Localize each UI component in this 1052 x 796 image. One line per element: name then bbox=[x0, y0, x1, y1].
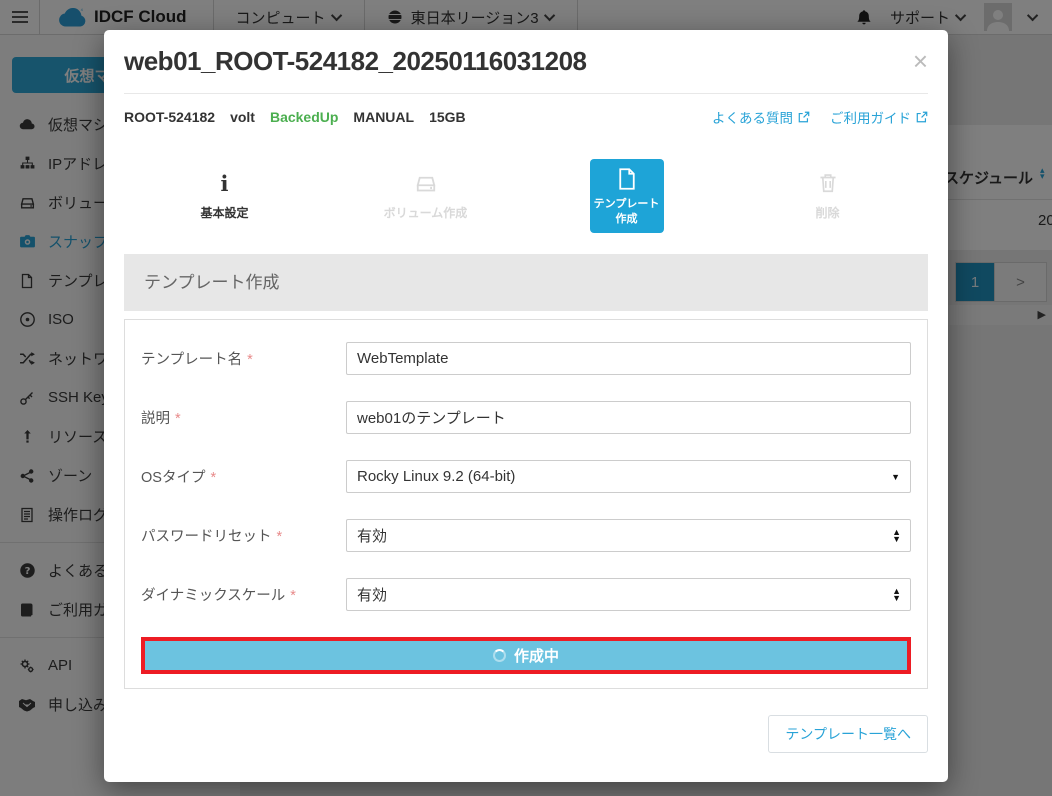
volume-size: 15GB bbox=[429, 109, 466, 125]
password-reset-select[interactable]: 有効 ▲▼ bbox=[346, 519, 911, 552]
external-link-icon bbox=[798, 111, 810, 123]
tab-create-template[interactable]: テンプレート作成 bbox=[526, 159, 727, 233]
updown-arrows-icon: ▲▼ bbox=[892, 588, 901, 601]
form-row-template-name: テンプレート名* bbox=[141, 342, 911, 375]
os-type-select[interactable]: Rocky Linux 9.2 (64-bit) ▼ bbox=[346, 460, 911, 493]
info-icon: i bbox=[221, 170, 229, 196]
form-row-dynamic-scale: ダイナミックスケール* 有効 ▲▼ bbox=[141, 578, 911, 611]
dropdown-arrow-icon: ▼ bbox=[891, 472, 900, 482]
template-name-label: テンプレート名* bbox=[141, 348, 346, 369]
updown-arrows-icon: ▲▼ bbox=[892, 529, 901, 542]
tab-delete: 削除 bbox=[727, 170, 928, 221]
modal-footer: テンプレート一覧へ bbox=[124, 715, 928, 753]
external-link-icon bbox=[916, 111, 928, 123]
trash-icon bbox=[817, 170, 839, 196]
template-form: テンプレート名* 説明* OSタイプ* Rocky Linux 9.2 (64-… bbox=[124, 319, 928, 689]
screen: IDCF Cloud コンピュート 東日本リージョン3 サポート bbox=[0, 0, 1052, 796]
volume-type: volt bbox=[230, 109, 255, 125]
create-template-button[interactable]: 作成中 bbox=[141, 637, 911, 674]
description-label: 説明* bbox=[141, 407, 346, 428]
close-icon[interactable]: × bbox=[913, 48, 928, 74]
tab-create-volume: ボリューム作成 bbox=[325, 170, 526, 221]
snapshot-modal: web01_ROOT-524182_20250116031208 × ROOT-… bbox=[104, 30, 948, 782]
section-title: テンプレート作成 bbox=[124, 254, 928, 311]
template-list-button[interactable]: テンプレート一覧へ bbox=[768, 715, 928, 753]
required-asterisk: * bbox=[277, 529, 283, 545]
active-step-box[interactable]: テンプレート作成 bbox=[590, 159, 664, 233]
volume-id: ROOT-524182 bbox=[124, 109, 215, 125]
loading-spinner-icon bbox=[493, 649, 506, 662]
dynamic-scale-select[interactable]: 有効 ▲▼ bbox=[346, 578, 911, 611]
modal-header: web01_ROOT-524182_20250116031208 × bbox=[124, 30, 928, 94]
required-asterisk: * bbox=[210, 470, 216, 486]
modal-title: web01_ROOT-524182_20250116031208 bbox=[124, 46, 587, 77]
required-asterisk: * bbox=[247, 352, 253, 368]
os-type-label: OSタイプ* bbox=[141, 466, 346, 487]
required-asterisk: * bbox=[175, 411, 181, 427]
help-links: よくある質問 ご利用ガイド bbox=[712, 107, 928, 127]
template-name-input[interactable] bbox=[346, 342, 911, 375]
dynamic-scale-label: ダイナミックスケール* bbox=[141, 584, 346, 605]
modal-step-tabs: i 基本設定 ボリューム作成 テンプレート作成 bbox=[124, 140, 928, 252]
description-input[interactable] bbox=[346, 401, 911, 434]
form-row-os-type: OSタイプ* Rocky Linux 9.2 (64-bit) ▼ bbox=[141, 460, 911, 493]
status-badge: BackedUp bbox=[270, 109, 338, 125]
password-reset-label: パスワードリセット* bbox=[141, 525, 346, 546]
tab-basic-settings[interactable]: i 基本設定 bbox=[124, 170, 325, 221]
form-row-password-reset: パスワードリセット* 有効 ▲▼ bbox=[141, 519, 911, 552]
snapshot-mode: MANUAL bbox=[353, 109, 414, 125]
snapshot-meta: ROOT-524182 volt BackedUp MANUAL 15GB よく… bbox=[124, 94, 928, 140]
guide-link[interactable]: ご利用ガイド bbox=[830, 107, 928, 127]
faq-link[interactable]: よくある質問 bbox=[712, 107, 810, 127]
required-asterisk: * bbox=[290, 588, 296, 604]
hdd-icon bbox=[414, 170, 438, 196]
file-icon bbox=[615, 166, 639, 192]
form-row-description: 説明* bbox=[141, 401, 911, 434]
